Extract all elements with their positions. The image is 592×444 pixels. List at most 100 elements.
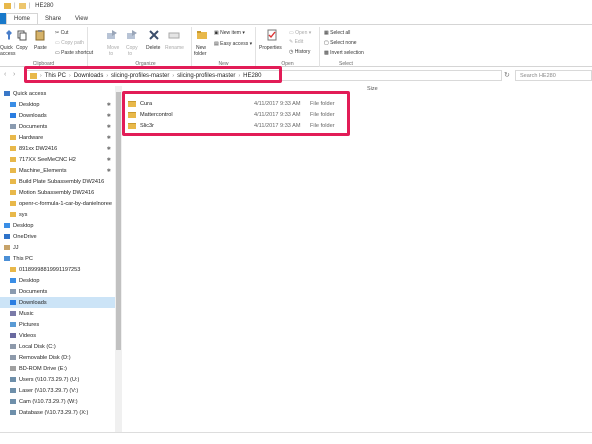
sidebar-item[interactable]: Pictures xyxy=(0,319,115,330)
tab-share[interactable]: Share xyxy=(38,14,68,24)
sidebar-item[interactable]: Videos xyxy=(0,330,115,341)
cut-label: Cut xyxy=(60,30,69,36)
sidebar-item[interactable]: OneDrive xyxy=(0,231,115,242)
sidebar-item[interactable]: Laser (\\10.73.29.7) (V:) xyxy=(0,385,115,396)
sidebar-item-label: Downloads xyxy=(19,299,47,306)
properties-icon xyxy=(267,29,277,41)
sidebar-item[interactable]: Build Plate Subassembly DW2416 xyxy=(0,176,115,187)
move-to-icon xyxy=(107,30,117,39)
new-group: New folder ▣ New item ▾ ▤ Easy access ▾ … xyxy=(192,27,256,67)
sidebar-item[interactable]: Desktop ✱ xyxy=(0,99,115,110)
sidebar-item-label: OneDrive xyxy=(13,233,37,240)
sidebar-item[interactable]: BD-ROM Drive (E:) xyxy=(0,363,115,374)
sidebar-item[interactable]: Documents ✱ xyxy=(0,121,115,132)
sidebar-item-label: Machine_Elements xyxy=(19,167,67,174)
sidebar-item[interactable]: Desktop xyxy=(0,220,115,231)
sidebar-item[interactable]: Quick access xyxy=(0,88,115,99)
pin-icon[interactable]: ✱ xyxy=(107,113,111,119)
desktop-icon xyxy=(10,278,16,283)
pin-icon[interactable]: ✱ xyxy=(107,102,111,108)
scrollbar-thumb[interactable] xyxy=(116,92,121,350)
sidebar-item-label: Cam (\\10.73.29.7) (W:) xyxy=(19,398,78,405)
copy-button[interactable]: Copy xyxy=(16,45,28,51)
sidebar-item[interactable]: 717XX SeeMeCNC H2 ✱ xyxy=(0,154,115,165)
sidebar-item[interactable]: Users (\\10.73.29.7) (U:) xyxy=(0,374,115,385)
quick-access-toolbar-icon[interactable] xyxy=(18,3,26,9)
sidebar-item-label: Documents xyxy=(19,123,48,130)
new-item-button[interactable]: ▣ New item ▾ xyxy=(214,30,245,36)
edit-button[interactable]: ✎ Edit xyxy=(289,39,303,45)
history-button[interactable]: ◷ History xyxy=(289,49,310,55)
sidebar-item[interactable]: Removable Disk (D:) xyxy=(0,352,115,363)
sidebar-item[interactable]: sys xyxy=(0,209,115,220)
sidebar-item[interactable]: Local Disk (C:) xyxy=(0,341,115,352)
copy-path-label: Copy path xyxy=(61,40,84,46)
tab-view[interactable]: View xyxy=(68,14,95,24)
refresh-icon[interactable]: ↻ xyxy=(504,71,510,79)
forward-arrow-icon[interactable]: › xyxy=(13,71,15,78)
sidebar-item[interactable]: 01189998819991197253 xyxy=(0,264,115,275)
pin-icon[interactable]: ✱ xyxy=(107,135,111,141)
copy-path-button[interactable]: ▭ Copy path xyxy=(55,40,84,46)
search-input[interactable]: Search HE280 xyxy=(515,70,592,81)
easy-access-button[interactable]: ▤ Easy access ▾ xyxy=(214,41,252,47)
sidebar-item[interactable]: Hardware ✱ xyxy=(0,132,115,143)
drive-icon xyxy=(10,355,16,360)
folder-icon xyxy=(10,135,16,140)
sidebar-item-label: Users (\\10.73.29.7) (U:) xyxy=(19,376,80,383)
title-bar: | | HE280 xyxy=(0,0,592,12)
pin-icon[interactable]: ✱ xyxy=(107,146,111,152)
navigation-pane: Quick access Desktop ✱ Downloads ✱ Documents ✱… xyxy=(0,86,115,432)
sidebar-item[interactable]: Motion Subassembly DW2416 xyxy=(0,187,115,198)
open-button[interactable]: ▭ Open ▾ xyxy=(289,30,311,36)
sidebar-item[interactable]: openr-c-formula-1-car-by-danielnoree xyxy=(0,198,115,209)
user-icon xyxy=(4,245,10,250)
pin-icon[interactable]: ✱ xyxy=(107,157,111,163)
select-all-button[interactable]: ▦ Select all xyxy=(324,30,350,36)
sidebar-item[interactable]: Database (\\10.73.29.7) (X:) xyxy=(0,407,115,418)
sidebar-item[interactable]: Machine_Elements ✱ xyxy=(0,165,115,176)
sidebar-item-label: BD-ROM Drive (E:) xyxy=(19,365,67,372)
sidebar-item[interactable]: Downloads ✱ xyxy=(0,110,115,121)
sidebar-item[interactable]: 891xx DW2416 ✱ xyxy=(0,143,115,154)
files-highlight-box xyxy=(122,91,350,136)
download-icon xyxy=(10,113,16,118)
pin-icon[interactable]: ✱ xyxy=(107,124,111,130)
drive-icon xyxy=(10,344,16,349)
sidebar-item[interactable]: This PC xyxy=(0,253,115,264)
sidebar-item-label: Database (\\10.73.29.7) (X:) xyxy=(19,409,89,416)
paste-button[interactable]: Paste xyxy=(34,45,47,51)
paste-shortcut-label: Paste shortcut xyxy=(61,50,94,56)
tab-home[interactable]: Home xyxy=(6,13,39,24)
folder-icon xyxy=(4,3,11,9)
desktop-icon xyxy=(4,223,10,228)
sidebar-item[interactable]: Cam (\\10.73.29.7) (W:) xyxy=(0,396,115,407)
folder-icon xyxy=(10,157,16,162)
new-folder-icon xyxy=(197,31,207,39)
status-bar xyxy=(0,432,592,444)
invert-selection-button[interactable]: ▩ Invert selection xyxy=(324,50,364,56)
cut-button[interactable]: ✂ Cut xyxy=(55,30,68,36)
copy-to-label: to xyxy=(128,51,133,57)
new-item-label: New item xyxy=(220,30,241,36)
sidebar-item[interactable]: Desktop xyxy=(0,275,115,286)
window-title: HE280 xyxy=(35,3,54,9)
network-drive-icon xyxy=(10,399,16,404)
sidebar-item[interactable]: Music xyxy=(0,308,115,319)
select-none-button[interactable]: ▢ Select none xyxy=(324,40,357,46)
copy-icon xyxy=(17,30,27,41)
back-arrow-icon[interactable]: ‹ xyxy=(4,71,6,78)
sidebar-item-label: Desktop xyxy=(19,277,40,284)
sidebar-item[interactable]: Documents xyxy=(0,286,115,297)
paste-shortcut-button[interactable]: ▭ Paste shortcut xyxy=(55,50,93,56)
navigation-scrollbar[interactable] xyxy=(115,86,122,432)
properties-button[interactable]: Properties xyxy=(259,45,282,51)
network-drive-icon xyxy=(10,377,16,382)
delete-icon xyxy=(149,30,159,40)
sidebar-item[interactable]: Downloads xyxy=(0,297,115,308)
sidebar-item[interactable]: JJ xyxy=(0,242,115,253)
rename-button[interactable]: Rename xyxy=(165,45,184,51)
pin-icon[interactable]: ✱ xyxy=(107,168,111,174)
column-header-size[interactable]: Size xyxy=(367,86,378,92)
delete-button[interactable]: Delete xyxy=(146,45,160,51)
